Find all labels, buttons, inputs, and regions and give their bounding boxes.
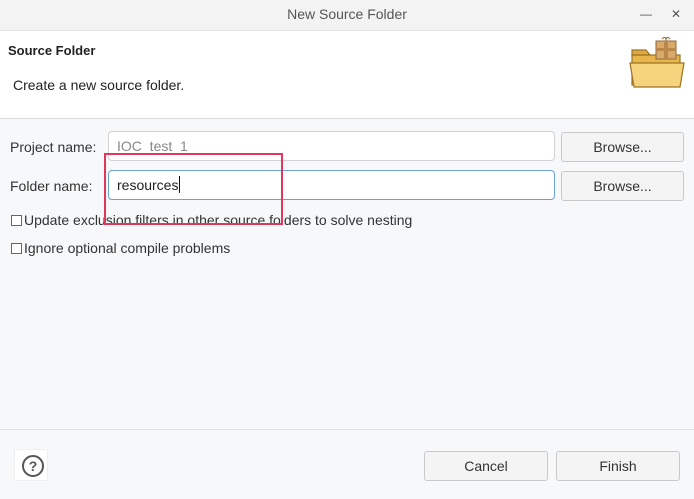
cancel-button[interactable]: Cancel — [424, 451, 548, 481]
title-bar[interactable]: New Source Folder — ✕ — [0, 0, 694, 31]
header-title: Source Folder — [8, 43, 96, 58]
source-folder-package-icon — [629, 36, 685, 88]
annotation-highlight-box — [104, 153, 283, 225]
finish-button[interactable]: Finish — [556, 451, 680, 481]
close-button[interactable]: ✕ — [668, 6, 684, 22]
footer-divider — [0, 429, 694, 430]
folder-browse-button[interactable]: Browse... — [561, 171, 684, 201]
minimize-button[interactable]: — — [638, 6, 654, 22]
header-description: Create a new source folder. — [13, 77, 185, 93]
update-exclusion-checkbox[interactable] — [11, 215, 22, 226]
project-browse-button[interactable]: Browse... — [561, 132, 684, 162]
window-title: New Source Folder — [287, 6, 407, 22]
ignore-compile-option[interactable]: Ignore optional compile problems — [11, 240, 230, 256]
help-button[interactable]: ? — [14, 449, 48, 481]
ignore-compile-checkbox[interactable] — [11, 243, 22, 254]
folder-name-label: Folder name: — [10, 178, 93, 194]
project-name-label: Project name: — [10, 139, 97, 155]
help-icon: ? — [22, 455, 44, 477]
ignore-compile-label: Ignore optional compile problems — [24, 240, 231, 256]
new-source-folder-dialog: New Source Folder — ✕ Source Folder Crea… — [0, 0, 694, 499]
dialog-header: Source Folder Create a new source folder… — [0, 31, 694, 119]
